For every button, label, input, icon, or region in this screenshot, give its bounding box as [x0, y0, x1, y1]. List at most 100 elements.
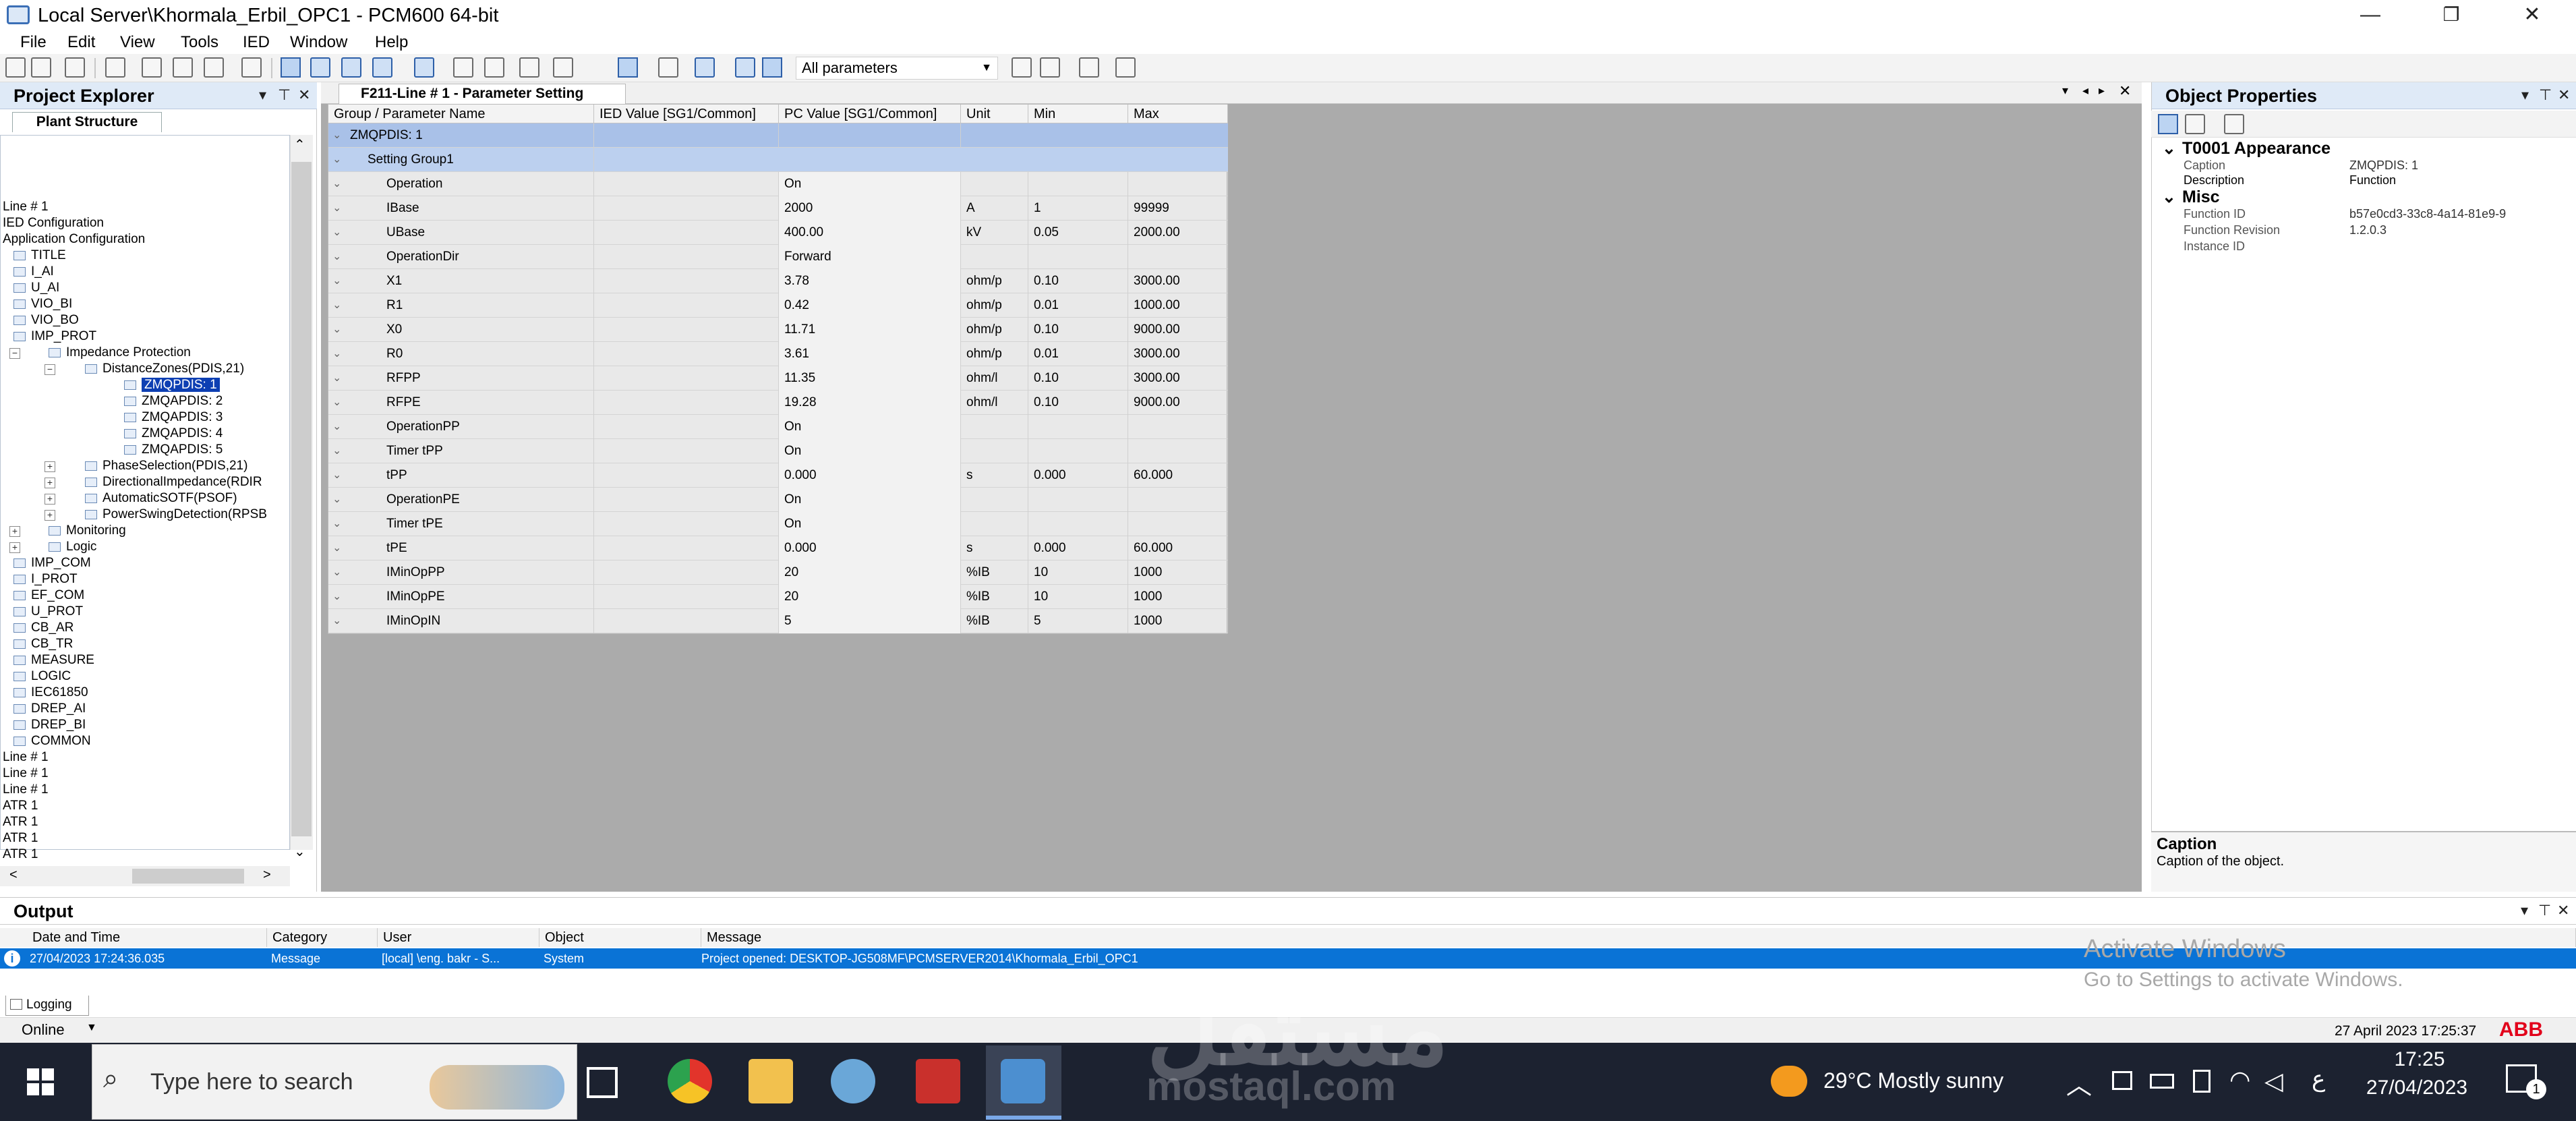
parameter-row[interactable]: ⌄ OperationDir Forward	[328, 245, 1228, 269]
expand-icon[interactable]: +	[45, 494, 55, 505]
tree-node[interactable]: TITLE	[13, 248, 66, 263]
taskbar-search-box[interactable]: ⌕ Type here to search	[92, 1044, 577, 1120]
compare-icon[interactable]	[414, 57, 434, 78]
collapse-icon[interactable]: ⌄	[332, 148, 341, 172]
grid-view-icon[interactable]	[372, 57, 392, 78]
tree-node-atr[interactable]: ATR 1	[3, 831, 38, 846]
tree-node-impedance-protection[interactable]: Impedance Protection	[49, 345, 191, 360]
close-button[interactable]: ✕	[2495, 0, 2569, 31]
save-icon[interactable]	[65, 57, 85, 78]
pane-close-icon[interactable]: ✕	[298, 85, 310, 105]
plant-view-icon[interactable]	[281, 57, 301, 78]
maximize-button[interactable]: ❐	[2414, 0, 2488, 31]
output-column-category[interactable]: Category	[267, 928, 378, 947]
parameter-row[interactable]: ⌄ IMinOpPE 20 %IB 10 1000	[328, 585, 1228, 609]
pc-value-cell[interactable]: 3.78	[779, 269, 961, 293]
tree-node-ied-configuration[interactable]: IED Configuration	[3, 216, 104, 231]
open-icon[interactable]	[31, 57, 51, 78]
parameter-row[interactable]: ⌄ RFPP 11.35 ohm/l 0.10 3000.00	[328, 366, 1228, 391]
pc-value-cell[interactable]: 19.28	[779, 391, 961, 415]
clipboard-icon[interactable]	[2193, 1070, 2211, 1093]
tree-node[interactable]: Logic	[49, 540, 96, 554]
tree-node[interactable]: CB_TR	[13, 637, 73, 652]
menu-file[interactable]: File	[20, 32, 47, 53]
parameter-filter-dropdown[interactable]: All parameters ▼	[796, 57, 998, 80]
property-category-misc[interactable]: Misc	[2182, 188, 2220, 206]
tree-node[interactable]: IMP_COM	[13, 556, 91, 571]
tree-node[interactable]: VIO_BO	[13, 313, 79, 328]
windows-start-icon[interactable]	[27, 1068, 54, 1095]
collapse-icon[interactable]: −	[45, 364, 55, 375]
expand-icon[interactable]: +	[9, 526, 20, 537]
meet-icon[interactable]	[2112, 1071, 2132, 1090]
tree-node[interactable]: COMMON	[13, 734, 91, 749]
tree-node[interactable]: CB_AR	[13, 621, 74, 635]
tree-node-atr[interactable]: ATR 1	[3, 799, 38, 813]
scroll-right-icon[interactable]: >	[263, 867, 271, 883]
document-close-icon[interactable]: ✕	[2119, 82, 2131, 100]
property-pages-icon[interactable]	[2224, 114, 2244, 134]
column-header-name[interactable]: Group / Parameter Name	[328, 105, 594, 123]
tree-node[interactable]: PowerSwingDetection(RPSB	[85, 507, 267, 522]
parameter-row[interactable]: ⌄ IMinOpPP 20 %IB 10 1000	[328, 560, 1228, 585]
pc-value-cell[interactable]: Forward	[779, 245, 961, 269]
wifi-icon[interactable]: ◠	[2229, 1066, 2250, 1094]
parameter-row[interactable]: ⌄ UBase 400.00 kV 0.05 2000.00	[328, 221, 1228, 245]
tree-node-zmqpdis-1[interactable]: ZMQPDIS: 1	[124, 378, 220, 393]
tree-node[interactable]: EF_COM	[13, 588, 84, 603]
export-icon[interactable]	[519, 57, 539, 78]
parameter-row[interactable]: ⌄ IMinOpIN 5 %IB 5 1000	[328, 609, 1228, 633]
tree-node-line[interactable]: Line # 1	[3, 766, 49, 781]
menu-help[interactable]: Help	[375, 32, 408, 53]
battery-icon[interactable]	[2150, 1074, 2174, 1089]
tree-node-atr[interactable]: ATR 1	[3, 847, 38, 862]
pc-value-cell[interactable]: 0.42	[779, 293, 961, 318]
tab-parameter-setting[interactable]: F211-Line # 1 - Parameter Setting	[339, 84, 626, 104]
column-icon[interactable]	[658, 57, 678, 78]
volume-icon[interactable]: ◁	[2264, 1067, 2283, 1095]
column-header-ied-value[interactable]: IED Value [SG1/Common]	[594, 105, 779, 123]
parameter-row[interactable]: ⌄ R0 3.61 ohm/p 0.01 3000.00	[328, 342, 1228, 366]
parameter-row[interactable]: ⌄ Operation On	[328, 172, 1228, 196]
undo-icon[interactable]	[241, 57, 262, 78]
pc-value-cell[interactable]: On	[779, 172, 961, 196]
pc-value-cell[interactable]: 20	[779, 585, 961, 609]
arrow-icon[interactable]	[1012, 57, 1032, 78]
output-column-user[interactable]: User	[378, 928, 539, 947]
copy-icon[interactable]	[173, 57, 193, 78]
menu-window[interactable]: Window	[290, 32, 347, 53]
tree-node[interactable]: ZMQAPDIS: 3	[124, 410, 223, 425]
pin-icon[interactable]: ⊤	[278, 85, 291, 105]
pc-value-cell[interactable]: 2000	[779, 196, 961, 221]
property-value[interactable]: ZMQPDIS: 1	[2349, 158, 2418, 173]
tree-node-distance-zones[interactable]: DistanceZones(PDIS,21)	[85, 362, 244, 376]
expand-icon[interactable]: +	[45, 478, 55, 488]
connection-mode[interactable]: Online	[22, 1021, 65, 1039]
parameter-row[interactable]: ⌄ OperationPP On	[328, 415, 1228, 439]
pc-value-cell[interactable]: 5	[779, 609, 961, 633]
parameter-row[interactable]: ⌄ OperationPE On	[328, 488, 1228, 512]
parameter-row[interactable]: ⌄ tPP 0.000 s 0.000 60.000	[328, 463, 1228, 488]
pc-value-cell[interactable]: 11.71	[779, 318, 961, 342]
pane-close-icon[interactable]: ✕	[2557, 900, 2569, 921]
taskbar-time[interactable]: 17:25	[2366, 1048, 2473, 1071]
output-column-object[interactable]: Object	[539, 928, 701, 947]
file-explorer-icon[interactable]	[749, 1059, 793, 1103]
column-header-unit[interactable]: Unit	[961, 105, 1028, 123]
chrome-icon[interactable]	[668, 1059, 712, 1103]
tab-logging[interactable]: Logging	[5, 996, 89, 1016]
scroll-left-icon[interactable]: <	[9, 867, 18, 883]
parameter-view-icon[interactable]	[310, 57, 330, 78]
tree-node-line[interactable]: Line # 1	[3, 200, 49, 214]
pc-value-cell[interactable]: On	[779, 512, 961, 536]
chevron-up-icon[interactable]: ︿	[2066, 1064, 2092, 1101]
tree-node[interactable]: MEASURE	[13, 653, 94, 668]
property-value[interactable]: Function	[2349, 173, 2396, 188]
parameter-row[interactable]: ⌄ tPE 0.000 s 0.000 60.000	[328, 536, 1228, 560]
tree-node[interactable]: IEC61850	[13, 685, 88, 700]
pc-value-cell[interactable]: 0.000	[779, 536, 961, 560]
parameter-row[interactable]: ⌄ X1 3.78 ohm/p 0.10 3000.00	[328, 269, 1228, 293]
tree-node[interactable]: AutomaticSOTF(PSOF)	[85, 491, 237, 506]
fit-width-icon[interactable]	[1079, 57, 1099, 78]
tree-node[interactable]: I_PROT	[13, 572, 78, 587]
